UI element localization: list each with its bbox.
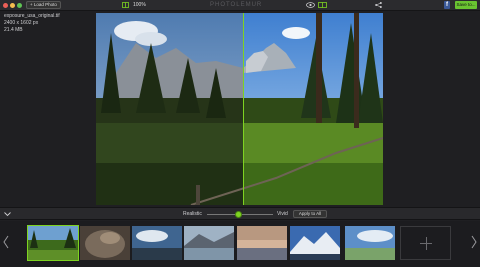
thumbnail-mountain[interactable] (290, 226, 340, 260)
facebook-icon[interactable]: f (444, 1, 450, 9)
realistic-label: Realistic (183, 211, 202, 217)
thumbnail-rock[interactable] (80, 226, 130, 260)
chevron-left-icon[interactable] (2, 235, 10, 249)
thumbnail-meadow[interactable] (27, 225, 79, 261)
save-button[interactable]: Save to... (455, 1, 477, 9)
compare-icon[interactable] (122, 2, 129, 8)
file-dimensions: 2400 x 1602 px (4, 20, 39, 26)
split-view-icon[interactable] (318, 2, 327, 8)
vivid-label: Vivid (277, 211, 288, 217)
minimize-window-button[interactable] (10, 3, 15, 8)
main-photo[interactable] (96, 13, 383, 205)
thumbnail-sky[interactable] (345, 226, 395, 260)
share-icon[interactable] (375, 2, 382, 8)
file-info: exposure_usa_original.tif 2400 x 1602 px… (4, 13, 60, 34)
split-divider[interactable] (243, 13, 244, 205)
eye-icon[interactable] (306, 2, 315, 8)
zoom-level[interactable]: 100% (133, 2, 146, 8)
app-title: PHOTOLEMUR (210, 2, 263, 8)
thumbnail-sunset[interactable] (237, 226, 287, 260)
apply-to-all-button[interactable]: Apply to All (293, 210, 327, 218)
thumbnail-lake[interactable] (184, 226, 234, 260)
file-size: 21.4 MB (4, 27, 23, 33)
plus-icon-vertical (426, 237, 427, 250)
intensity-slider[interactable] (207, 211, 273, 218)
thumbnail-clouds[interactable] (132, 226, 182, 260)
control-bar: Realistic Vivid Apply to All (0, 207, 480, 220)
load-photo-button[interactable]: + Load Photo (26, 1, 61, 9)
title-bar: + Load Photo 100% PHOTOLEMUR f Save to..… (0, 0, 480, 11)
add-photo-slot[interactable] (400, 226, 451, 260)
slider-thumb[interactable] (235, 211, 243, 218)
filmstrip (0, 221, 480, 267)
chevron-down-icon[interactable] (4, 211, 11, 217)
close-window-button[interactable] (3, 3, 8, 8)
file-name: exposure_usa_original.tif (4, 13, 60, 19)
chevron-right-icon[interactable] (470, 235, 478, 249)
maximize-window-button[interactable] (17, 3, 22, 8)
